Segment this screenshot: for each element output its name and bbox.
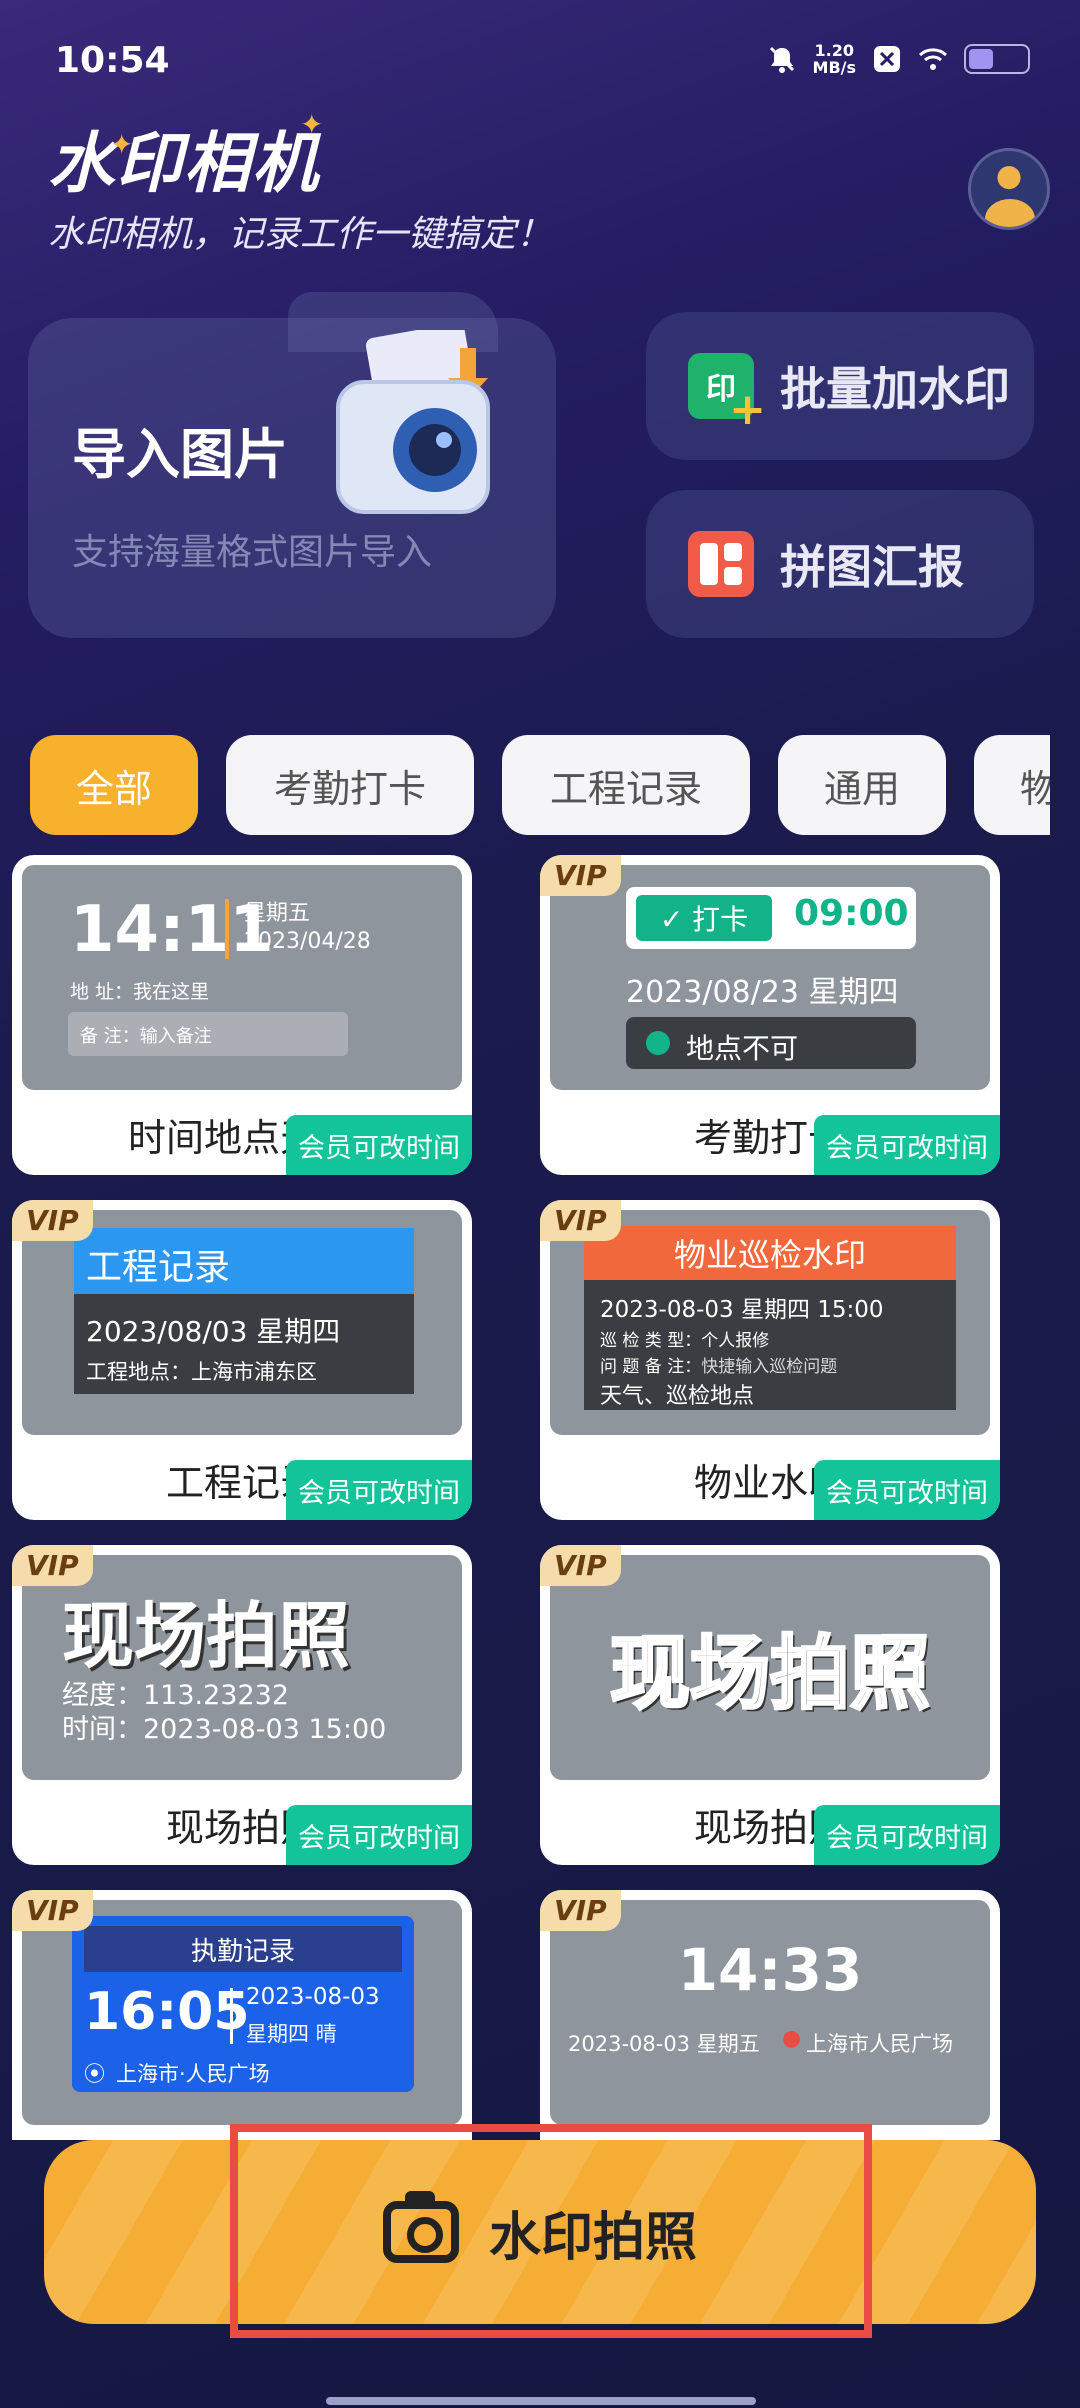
member-time-badge: 会员可改时间	[814, 1805, 1000, 1865]
wifi-icon	[918, 48, 948, 70]
member-time-badge: 会员可改时间	[286, 1460, 472, 1520]
template-preview: 现场拍照 经度：113.23232 时间：2023-08-03 15:00	[22, 1555, 462, 1780]
collage-icon	[688, 531, 754, 597]
camera-illustration-icon	[336, 330, 490, 514]
tab-property[interactable]: 物业	[974, 735, 1050, 835]
tab-all[interactable]: 全部	[30, 735, 198, 835]
template-card-time-location-weather[interactable]: 14:11 星期五 2023/04/28 地 址：我在这里 备 注：输入备注 会…	[12, 855, 472, 1175]
vip-badge: VIP	[540, 1890, 621, 1931]
template-preview: ✓ 打卡 09:00 2023/08/23 星期四 地点不可	[550, 865, 990, 1090]
template-card-onsite-photo[interactable]: VIP 现场拍照 经度：113.23232 时间：2023-08-03 15:0…	[12, 1545, 472, 1865]
network-speed: 1.20 MB/s	[812, 41, 856, 77]
batch-watermark-button[interactable]: 印 批量加水印	[646, 312, 1034, 460]
category-tabs: 全部 考勤打卡 工程记录 通用 物业	[30, 735, 1050, 839]
location-pin-icon: ●	[782, 2026, 802, 2051]
template-preview: 工程记录 2023/08/03 星期四 工程地点：上海市浦东区	[22, 1210, 462, 1435]
vip-badge: VIP	[540, 1545, 621, 1586]
template-grid: 14:11 星期五 2023/04/28 地 址：我在这里 备 注：输入备注 会…	[12, 855, 1012, 2140]
member-time-badge: 会员可改时间	[286, 1805, 472, 1865]
sparkle-icon: ✦	[300, 108, 324, 141]
vip-badge: VIP	[540, 855, 621, 896]
status-bar: 10:54 1.20 MB/s	[0, 0, 1080, 120]
batch-watermark-icon: 印	[688, 353, 766, 435]
capture-label: 水印拍照	[488, 2207, 697, 2268]
member-time-badge: 会员可改时间	[814, 1115, 1000, 1175]
location-pin-icon: ⦿	[84, 2062, 105, 2086]
camera-icon	[382, 2191, 459, 2263]
bell-muted-icon	[769, 46, 794, 73]
template-preview: 14:33 2023-08-03 星期五 ● 上海市人民广场	[550, 1900, 990, 2125]
member-time-badge: 会员可改时间	[814, 1460, 1000, 1520]
template-card-onsite-photo-2[interactable]: VIP 现场拍照 会员可改时间 现场拍照	[540, 1545, 1000, 1865]
member-time-badge: 会员可改时间	[286, 1115, 472, 1175]
tab-engineering[interactable]: 工程记录	[502, 735, 750, 835]
template-card-time-stamp[interactable]: VIP 14:33 2023-08-03 星期五 ● 上海市人民广场 会员可改时…	[540, 1890, 1000, 2140]
template-card-duty-record[interactable]: VIP 执勤记录 16:05 2023-08-03 星期四 晴 ⦿ 上海市·人民…	[12, 1890, 472, 2140]
x-app-icon	[874, 46, 900, 72]
home-indicator	[326, 2397, 756, 2405]
shield-icon	[646, 1031, 670, 1055]
vip-badge: VIP	[12, 1890, 93, 1931]
template-preview: 现场拍照	[550, 1555, 990, 1780]
batch-watermark-label: 批量加水印	[780, 362, 1010, 416]
vip-badge: VIP	[540, 1200, 621, 1241]
app-title: 水印相机	[48, 125, 320, 202]
sparkle-icon: ✦	[110, 128, 134, 161]
battery-icon	[964, 44, 1030, 74]
status-icons: 1.20 MB/s	[767, 42, 1030, 76]
tab-general[interactable]: 通用	[778, 735, 946, 835]
watermark-capture-button[interactable]: 水印拍照	[44, 2140, 1036, 2324]
vip-badge: VIP	[12, 1545, 93, 1586]
template-card-property[interactable]: VIP 物业巡检水印 2023-08-03 星期四 15:00 巡 检 类 型：…	[540, 1200, 1000, 1520]
collage-report-button[interactable]: 拼图汇报	[646, 490, 1034, 638]
vip-badge: VIP	[12, 1200, 93, 1241]
app-subtitle: 水印相机，记录工作一键搞定！	[48, 214, 553, 255]
avatar[interactable]	[968, 148, 1050, 230]
template-card-engineering[interactable]: VIP 工程记录 2023/08/03 星期四 工程地点：上海市浦东区 会员可改…	[12, 1200, 472, 1520]
template-preview: 执勤记录 16:05 2023-08-03 星期四 晴 ⦿ 上海市·人民广场	[22, 1900, 462, 2125]
template-preview: 14:11 星期五 2023/04/28 地 址：我在这里 备 注：输入备注	[22, 865, 462, 1090]
status-time: 10:54	[55, 40, 170, 81]
collage-report-label: 拼图汇报	[780, 540, 964, 594]
tab-attendance[interactable]: 考勤打卡	[226, 735, 474, 835]
import-subtitle: 支持海量格式图片导入	[72, 532, 433, 573]
import-title: 导入图片	[72, 423, 288, 486]
template-card-attendance[interactable]: VIP ✓ 打卡 09:00 2023/08/23 星期四 地点不可 会员可改时…	[540, 855, 1000, 1175]
template-preview: 物业巡检水印 2023-08-03 星期四 15:00 巡 检 类 型：个人报修…	[550, 1210, 990, 1435]
